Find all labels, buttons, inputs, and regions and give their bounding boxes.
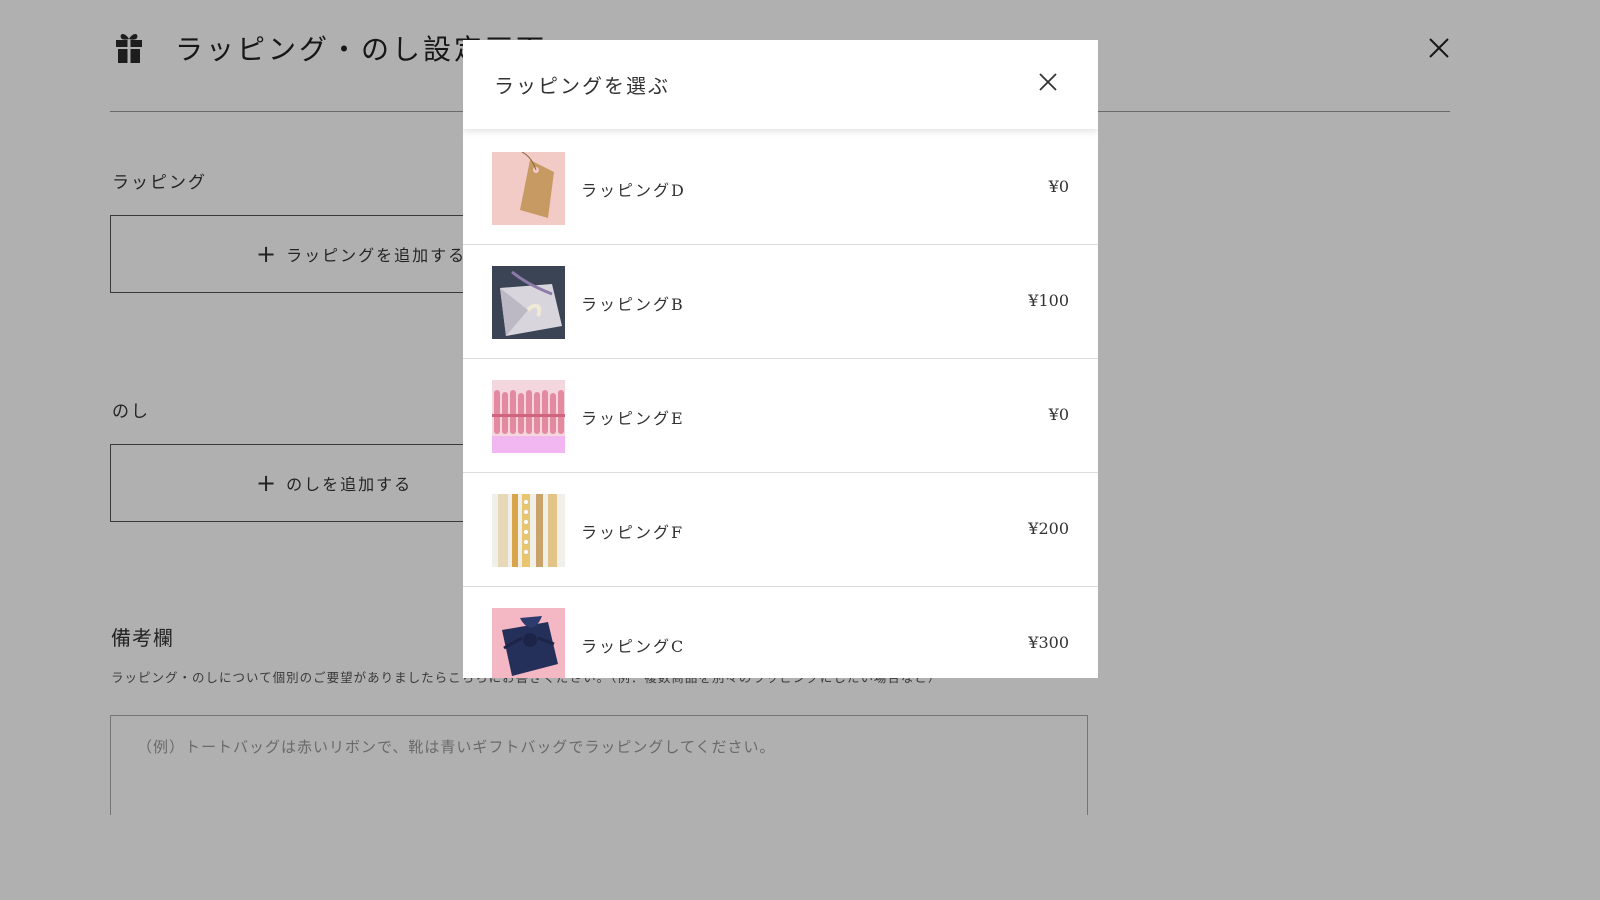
wrapping-e-thumbnail <box>492 380 565 453</box>
wrapping-c-thumbnail <box>492 608 565 678</box>
list-item[interactable]: ラッピングE ¥0 <box>463 359 1098 473</box>
wrapping-name: ラッピングC <box>581 637 686 656</box>
wrapping-name: ラッピングF <box>581 523 685 542</box>
wrapping-price: ¥0 <box>1048 405 1069 424</box>
wrapping-name: ラッピングE <box>581 409 685 428</box>
wrapping-select-modal: ラッピングを選ぶ ラッピングD ¥0 ラッピングB ¥100 ラッピングE ¥0… <box>463 40 1098 678</box>
wrapping-price: ¥100 <box>1028 291 1069 310</box>
close-icon[interactable] <box>1038 72 1058 92</box>
modal-title: ラッピングを選ぶ <box>494 74 670 98</box>
list-item[interactable]: ラッピングF ¥200 <box>463 473 1098 587</box>
wrapping-name: ラッピングB <box>581 295 685 314</box>
wrapping-b-thumbnail <box>492 266 565 339</box>
wrapping-f-thumbnail <box>492 494 565 567</box>
wrapping-price: ¥0 <box>1048 177 1069 196</box>
wrapping-price: ¥300 <box>1028 633 1069 652</box>
list-item[interactable]: ラッピングC ¥300 <box>463 587 1098 678</box>
wrapping-d-thumbnail <box>492 152 565 225</box>
list-item[interactable]: ラッピングD ¥0 <box>463 131 1098 245</box>
wrapping-price: ¥200 <box>1028 519 1069 538</box>
list-item[interactable]: ラッピングB ¥100 <box>463 245 1098 359</box>
wrapping-name: ラッピングD <box>581 181 686 200</box>
modal-header: ラッピングを選ぶ <box>463 40 1098 129</box>
